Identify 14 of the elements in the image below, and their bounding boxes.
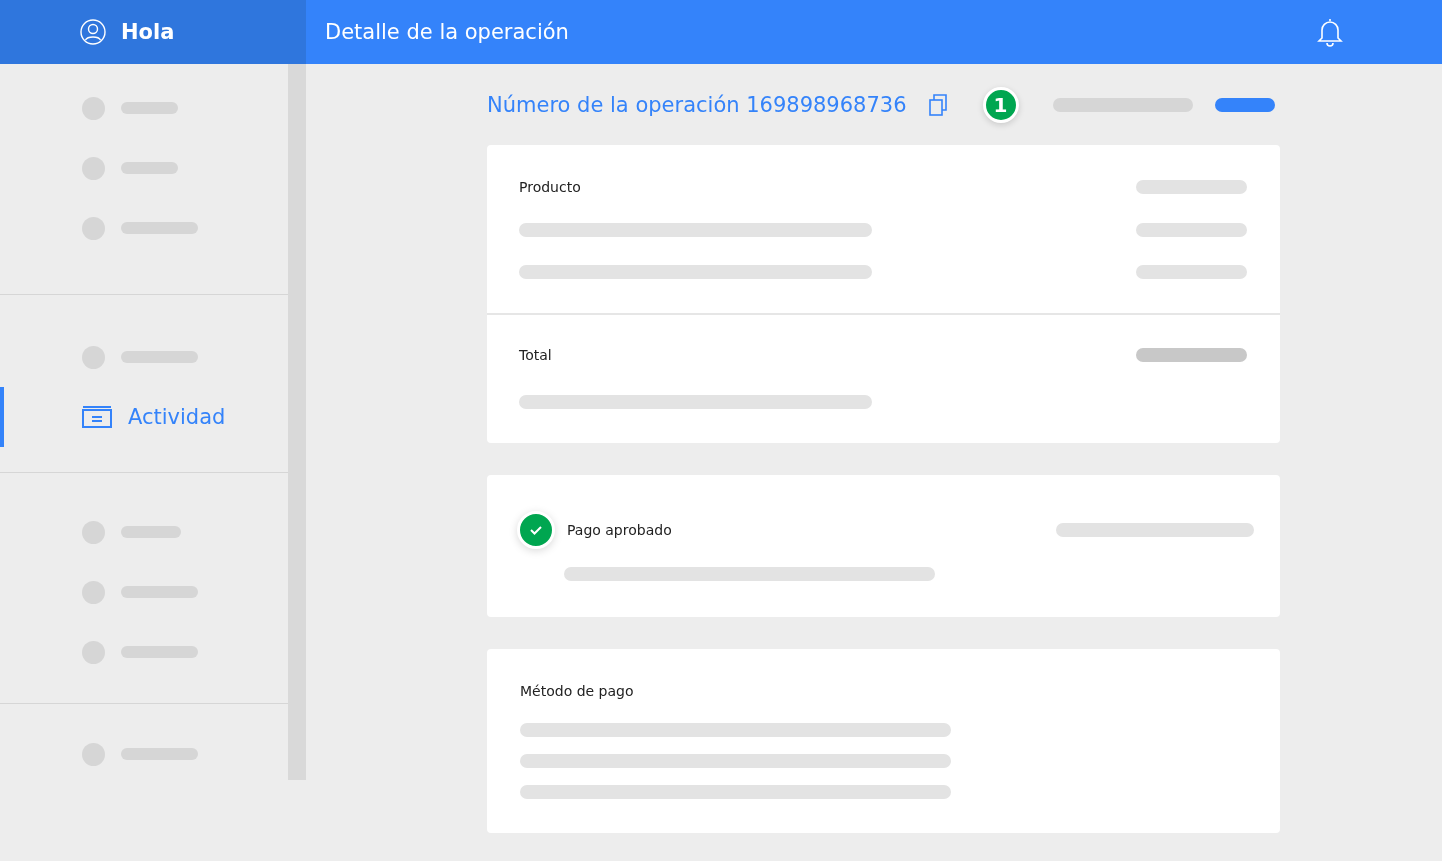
user-icon: [80, 19, 106, 45]
section-label: Producto: [519, 179, 581, 195]
sidebar-link[interactable]: Actividad: [82, 405, 226, 429]
section-label: Método de pago: [520, 683, 635, 699]
count-badge: 1: [982, 86, 1019, 123]
status-label: Pago aprobado: [567, 522, 672, 538]
bell-icon[interactable]: [1314, 16, 1346, 48]
copy-icon[interactable]: [928, 93, 949, 116]
active-indicator: [0, 387, 4, 447]
page-title: Detalle de la operación: [325, 20, 569, 44]
greeting: Hola: [121, 20, 175, 44]
operation-number: Número de la operación 169898968736: [487, 92, 907, 117]
section-label: Total: [519, 347, 552, 363]
card-icon: [82, 406, 112, 428]
